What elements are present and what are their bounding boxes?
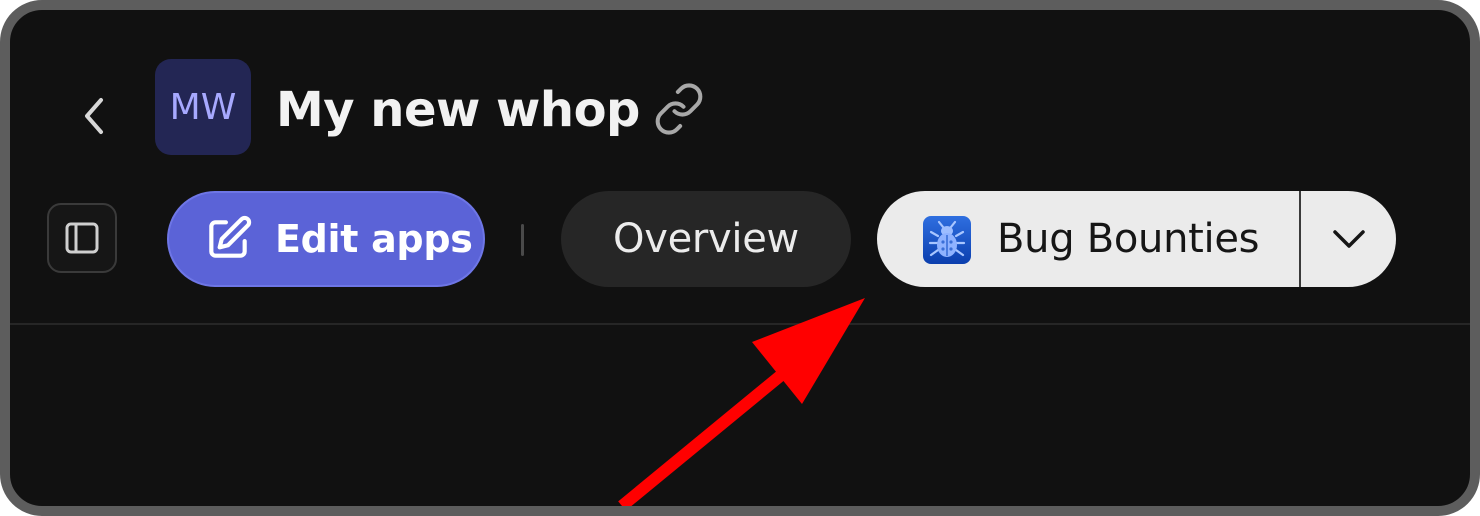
tab-overview-label: Overview xyxy=(613,216,799,262)
copy-link-button[interactable] xyxy=(652,82,706,136)
tab-bug-bounties-label: Bug Bounties xyxy=(997,216,1260,262)
link-icon xyxy=(655,83,703,135)
avatar[interactable]: MW xyxy=(155,59,251,155)
header-divider xyxy=(10,323,1470,325)
bug-bounties-dropdown-button[interactable] xyxy=(1301,191,1396,287)
page-title: My new whop xyxy=(276,82,640,138)
tab-bug-bounties[interactable]: Bug Bounties xyxy=(877,191,1299,287)
app-window: MW My new whop Edit apps Overview Bug Bo… xyxy=(0,0,1480,516)
edit-icon xyxy=(209,215,252,258)
tab-overview[interactable]: Overview xyxy=(561,191,851,287)
bug-icon xyxy=(923,216,971,264)
chevron-left-icon xyxy=(85,98,103,134)
sidebar-toggle-icon xyxy=(65,222,99,254)
toolbar-divider xyxy=(521,224,524,256)
sidebar-toggle-button[interactable] xyxy=(47,203,117,273)
back-button[interactable] xyxy=(68,88,120,144)
bug-bounties-tab-group: Bug Bounties xyxy=(877,191,1396,287)
edit-apps-label: Edit apps xyxy=(275,217,473,261)
edit-apps-button[interactable]: Edit apps xyxy=(167,191,485,287)
chevron-down-icon xyxy=(1332,230,1365,248)
